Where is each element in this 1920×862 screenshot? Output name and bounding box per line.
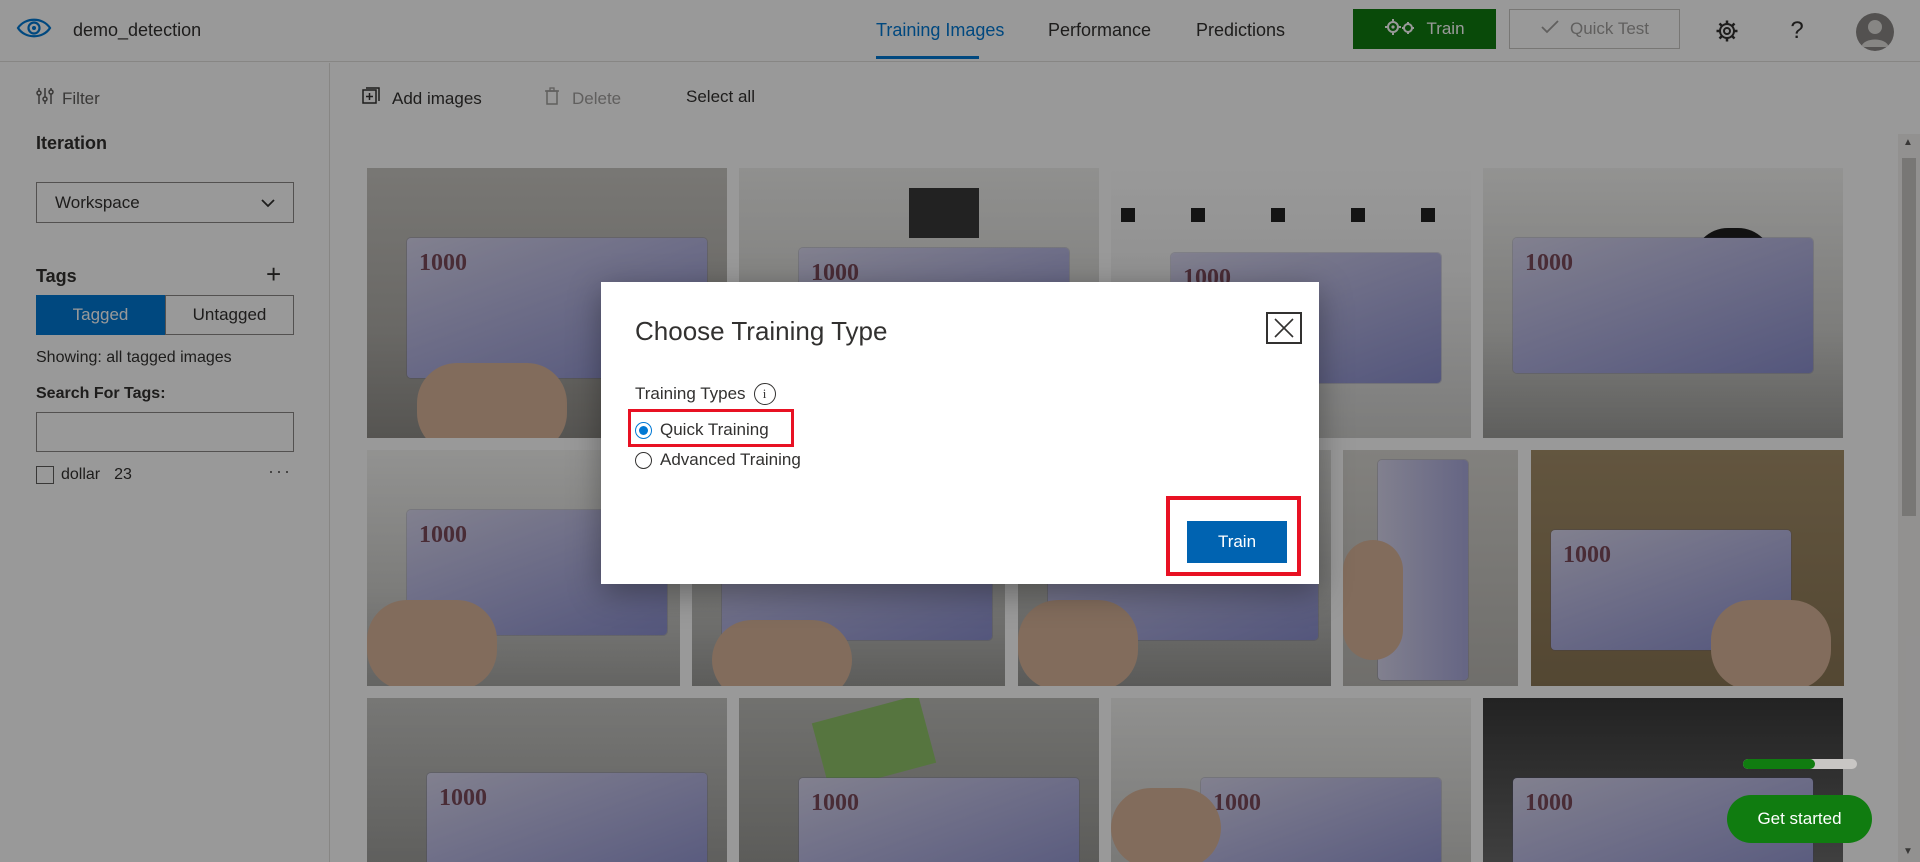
advanced-training-radio[interactable]	[635, 451, 652, 469]
training-types-text: Training Types	[635, 384, 746, 403]
advanced-training-label: Advanced Training	[660, 450, 801, 469]
onboarding-progress-fill	[1743, 759, 1815, 769]
dialog-title: Choose Training Type	[635, 316, 888, 346]
highlight-box-quick-training	[628, 409, 794, 447]
choose-training-type-dialog: Choose Training Type Training Types i Qu…	[601, 282, 1319, 584]
onboarding-progress-bar	[1743, 759, 1857, 769]
training-types-label: Training Types i	[635, 383, 776, 405]
advanced-training-option[interactable]: Advanced Training	[635, 450, 801, 470]
close-icon[interactable]	[1266, 312, 1302, 344]
info-icon[interactable]: i	[753, 383, 776, 405]
dialog-train-button[interactable]: Train	[1187, 521, 1287, 563]
get-started-button[interactable]: Get started	[1727, 795, 1872, 843]
